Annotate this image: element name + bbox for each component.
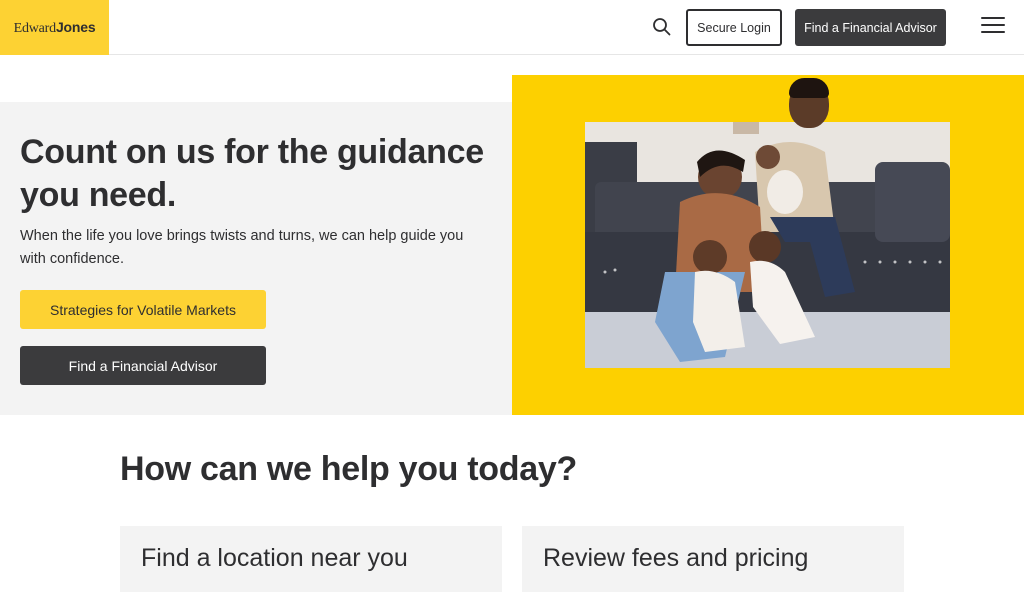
fees-pricing-card[interactable]: Review fees and pricing — [522, 526, 904, 592]
header-find-advisor-button[interactable]: Find a Financial Advisor — [795, 9, 946, 46]
volatile-markets-button[interactable]: Strategies for Volatile Markets — [20, 290, 266, 329]
help-section-title: How can we help you today? — [120, 450, 577, 488]
hero-title: Count on us for the guidance you need. — [20, 133, 484, 214]
search-icon[interactable] — [650, 15, 674, 39]
find-location-card[interactable]: Find a location near you — [120, 526, 502, 592]
hero-subtitle: When the life you love brings twists and… — [20, 228, 464, 267]
edward-jones-logo[interactable]: EdwardJones — [0, 0, 109, 55]
man-hair-cutout — [789, 78, 829, 98]
hamburger-menu-icon[interactable] — [981, 17, 1005, 37]
site-header: EdwardJones Secure Login Find a Financia… — [0, 0, 1024, 55]
hero-find-advisor-button[interactable]: Find a Financial Advisor — [20, 346, 266, 385]
family-photo — [585, 122, 950, 368]
logo-text: EdwardJones — [13, 18, 96, 36]
secure-login-button[interactable]: Secure Login — [686, 9, 782, 46]
